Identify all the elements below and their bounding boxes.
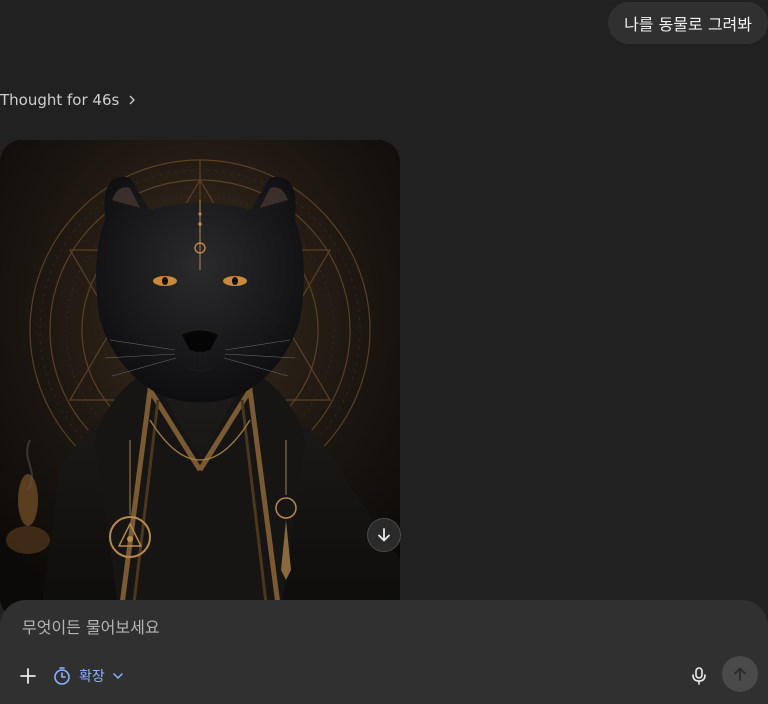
extend-tool-label: 확장 (79, 669, 105, 685)
arrow-up-icon (734, 667, 746, 681)
send-button[interactable] (722, 656, 758, 692)
microphone-button[interactable] (686, 662, 712, 690)
microphone-icon (692, 667, 706, 685)
thought-toggle[interactable]: Thought for 46s (0, 91, 137, 109)
user-message-text: 나를 동물로 그려봐 (624, 15, 752, 34)
timer-icon (54, 667, 70, 685)
composer: 확장 (0, 600, 768, 704)
scroll-down-button[interactable] (367, 518, 401, 552)
attach-button[interactable] (14, 662, 42, 690)
chevron-down-icon (113, 673, 123, 680)
thought-label: Thought for 46s (0, 91, 120, 109)
arrow-down-icon (378, 528, 390, 542)
chevron-right-icon (129, 95, 136, 105)
plus-icon (20, 668, 36, 684)
generated-image[interactable] (0, 140, 400, 620)
extend-tool-button[interactable]: 확장 (52, 662, 124, 690)
message-input[interactable] (22, 618, 672, 637)
user-message-bubble: 나를 동물로 그려봐 (608, 2, 768, 44)
panther-illustration (0, 140, 400, 620)
